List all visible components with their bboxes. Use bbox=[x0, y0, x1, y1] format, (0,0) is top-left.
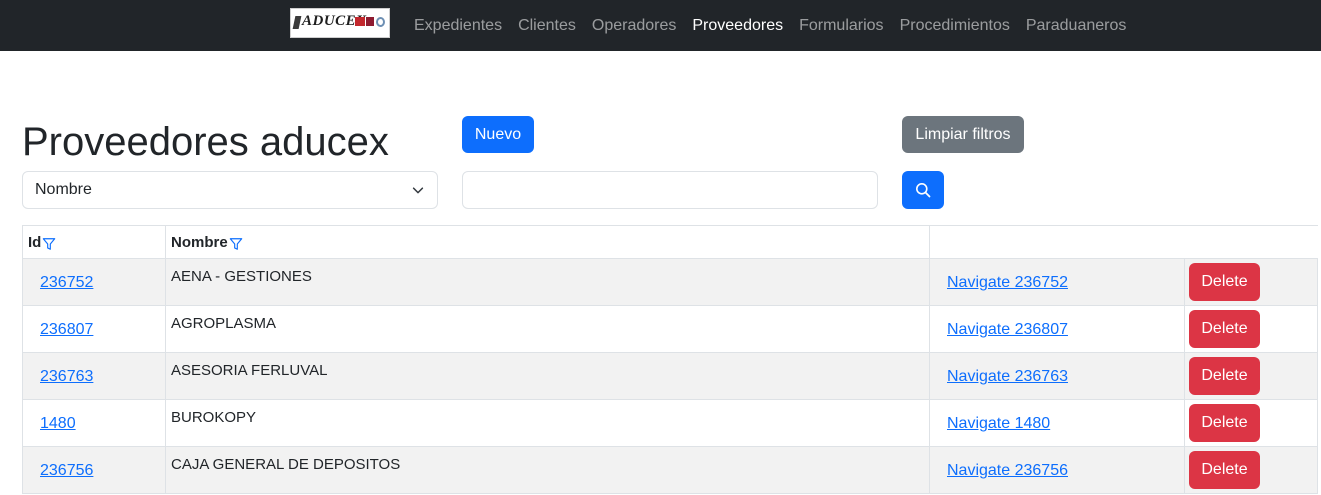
header-cell-navigate bbox=[929, 226, 1184, 258]
search-input[interactable] bbox=[462, 171, 878, 209]
filter-field-select[interactable]: Nombre bbox=[22, 171, 438, 209]
table-row: 236763 ASESORIA FERLUVAL Navigate 236763… bbox=[22, 353, 1318, 400]
cell-delete: Delete bbox=[1184, 259, 1318, 305]
delete-button[interactable]: Delete bbox=[1189, 357, 1260, 395]
cell-delete: Delete bbox=[1184, 306, 1318, 352]
header-name-label: Nombre bbox=[171, 234, 228, 251]
logo-flag-icon bbox=[355, 17, 365, 26]
nav-link-proveedores[interactable]: Proveedores bbox=[692, 17, 783, 35]
cell-id: 1480 bbox=[22, 400, 165, 446]
cell-id: 236763 bbox=[22, 353, 165, 399]
cell-name: CAJA GENERAL DE DEPOSITOS bbox=[165, 447, 929, 493]
logo-flag-icon bbox=[366, 17, 374, 26]
filter-field-selected: Nombre bbox=[35, 181, 92, 198]
cell-delete: Delete bbox=[1184, 353, 1318, 399]
cell-name: AGROPLASMA bbox=[165, 306, 929, 352]
nav-link-paraduaneros[interactable]: Paraduaneros bbox=[1026, 17, 1127, 35]
cell-name: ASESORIA FERLUVAL bbox=[165, 353, 929, 399]
cell-id: 236807 bbox=[22, 306, 165, 352]
main-nav: Expedientes Clientes Operadores Proveedo… bbox=[414, 0, 1142, 51]
navigate-link[interactable]: Navigate 236807 bbox=[947, 321, 1068, 339]
delete-button[interactable]: Delete bbox=[1189, 404, 1260, 442]
table-row: 1480 BUROKOPY Navigate 1480 Delete bbox=[22, 400, 1318, 447]
provider-name: CAJA GENERAL DE DEPOSITOS bbox=[171, 456, 401, 473]
navigate-link[interactable]: Navigate 236752 bbox=[947, 274, 1068, 292]
sort-header-name[interactable]: Nombre bbox=[171, 234, 243, 251]
provider-name: AENA - GESTIONES bbox=[171, 268, 312, 285]
chevron-down-icon bbox=[412, 187, 424, 194]
nav-link-expedientes[interactable]: Expedientes bbox=[414, 17, 502, 35]
filter-icon[interactable] bbox=[42, 237, 56, 251]
top-navbar: ADUCEX Expedientes Clientes Operadores P… bbox=[0, 0, 1321, 51]
cell-id: 236756 bbox=[22, 447, 165, 493]
cell-navigate: Navigate 1480 bbox=[929, 400, 1184, 446]
cell-navigate: Navigate 236763 bbox=[929, 353, 1184, 399]
delete-button[interactable]: Delete bbox=[1189, 451, 1260, 489]
nav-link-formularios[interactable]: Formularios bbox=[799, 17, 883, 35]
navigate-link[interactable]: Navigate 236756 bbox=[947, 462, 1068, 480]
id-link[interactable]: 236807 bbox=[40, 321, 93, 339]
navigate-link[interactable]: Navigate 236763 bbox=[947, 368, 1068, 386]
sort-header-id[interactable]: Id bbox=[28, 234, 56, 251]
nav-link-operadores[interactable]: Operadores bbox=[592, 17, 677, 35]
logo-globe-icon bbox=[376, 17, 385, 27]
cell-name: AENA - GESTIONES bbox=[165, 259, 929, 305]
nav-link-procedimientos[interactable]: Procedimientos bbox=[900, 17, 1010, 35]
id-link[interactable]: 236763 bbox=[40, 368, 93, 386]
page-title: Proveedores aducex bbox=[22, 120, 389, 164]
cell-navigate: Navigate 236807 bbox=[929, 306, 1184, 352]
delete-button[interactable]: Delete bbox=[1189, 310, 1260, 348]
header-id-label: Id bbox=[28, 234, 42, 251]
header-cell-delete bbox=[1184, 226, 1318, 258]
cell-id: 236752 bbox=[22, 259, 165, 305]
new-button[interactable]: Nuevo bbox=[462, 116, 534, 153]
aducex-logo[interactable]: ADUCEX bbox=[290, 8, 390, 38]
clear-filters-button[interactable]: Limpiar filtros bbox=[902, 116, 1024, 153]
delete-button[interactable]: Delete bbox=[1189, 263, 1260, 301]
cell-navigate: Navigate 236752 bbox=[929, 259, 1184, 305]
filter-icon[interactable] bbox=[229, 237, 243, 251]
table-row: 236752 AENA - GESTIONES Navigate 236752 … bbox=[22, 259, 1318, 306]
navigate-link[interactable]: Navigate 1480 bbox=[947, 415, 1050, 433]
header-cell-id: Id bbox=[22, 226, 165, 258]
cell-name: BUROKOPY bbox=[165, 400, 929, 446]
logo-mark-icon bbox=[292, 16, 302, 29]
table-row: 236756 CAJA GENERAL DE DEPOSITOS Navigat… bbox=[22, 447, 1318, 494]
nav-link-clientes[interactable]: Clientes bbox=[518, 17, 576, 35]
cell-delete: Delete bbox=[1184, 400, 1318, 446]
id-link[interactable]: 236752 bbox=[40, 274, 93, 292]
table-row: 236807 AGROPLASMA Navigate 236807 Delete bbox=[22, 306, 1318, 353]
table-header-row: Id Nombre bbox=[22, 226, 1318, 259]
id-link[interactable]: 1480 bbox=[40, 415, 76, 433]
search-icon bbox=[916, 183, 931, 198]
provider-name: ASESORIA FERLUVAL bbox=[171, 362, 328, 379]
id-link[interactable]: 236756 bbox=[40, 462, 93, 480]
cell-delete: Delete bbox=[1184, 447, 1318, 493]
search-button[interactable] bbox=[902, 171, 944, 209]
provider-name: AGROPLASMA bbox=[171, 315, 277, 332]
cell-navigate: Navigate 236756 bbox=[929, 447, 1184, 493]
header-cell-name: Nombre bbox=[165, 226, 929, 258]
provider-name: BUROKOPY bbox=[171, 409, 257, 426]
